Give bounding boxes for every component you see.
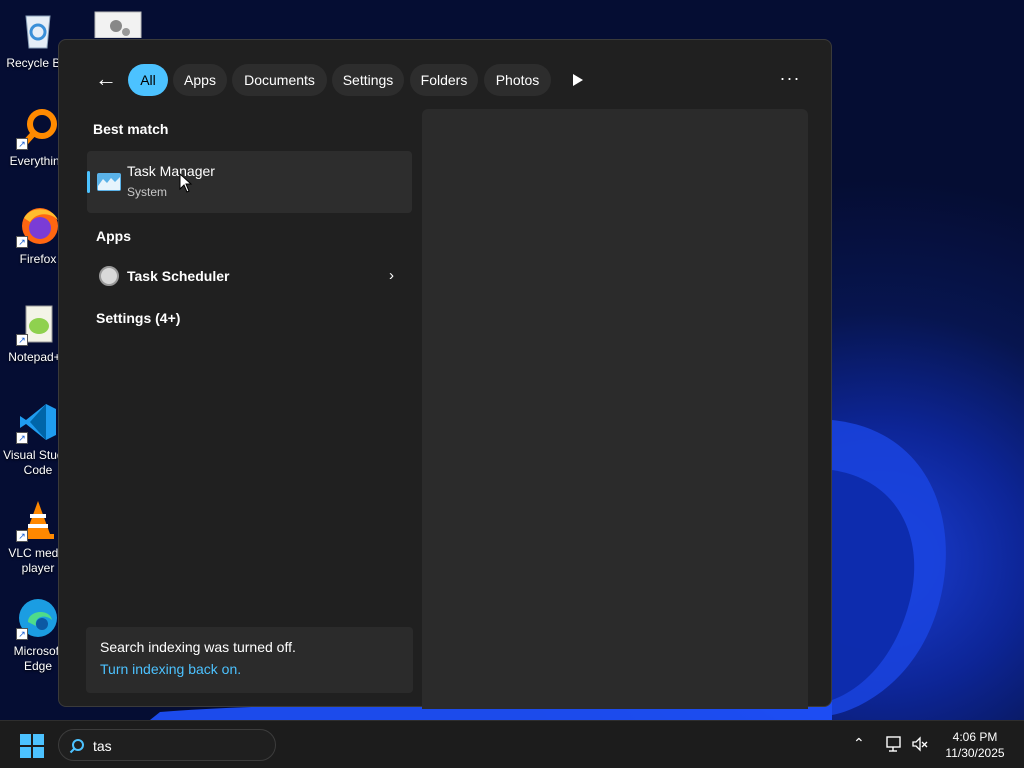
best-match-heading: Best match xyxy=(93,121,169,137)
shortcut-arrow-icon: ↗ xyxy=(16,236,28,248)
shortcut-arrow-icon: ↗ xyxy=(16,628,28,640)
back-arrow-icon[interactable]: ← xyxy=(93,67,119,93)
shortcut-arrow-icon: ↗ xyxy=(16,334,28,346)
taskbar: ⌃ 4:06 PM 11/30/2025 xyxy=(0,720,1024,768)
everything-search-icon: ↗ xyxy=(16,106,60,150)
network-icon[interactable] xyxy=(885,735,903,753)
settings-heading[interactable]: Settings (4+) xyxy=(96,310,180,326)
selection-accent xyxy=(87,171,90,193)
app-result-title: Task Scheduler xyxy=(127,268,230,284)
shortcut-arrow-icon: ↗ xyxy=(16,432,28,444)
show-hidden-icons-chevron-icon[interactable]: ⌃ xyxy=(853,735,865,752)
filter-settings[interactable]: Settings xyxy=(332,64,404,96)
vscode-icon: ↗ xyxy=(16,400,60,444)
filter-apps[interactable]: Apps xyxy=(173,64,227,96)
search-icon xyxy=(69,739,84,754)
best-match-subtitle: System xyxy=(127,185,168,199)
search-filter-bar: ← All Apps Documents Settings Folders Ph… xyxy=(59,64,831,96)
clock-time: 4:06 PM xyxy=(952,730,998,744)
preview-pane xyxy=(422,109,808,709)
more-filters-play-icon[interactable] xyxy=(567,70,587,90)
best-match-title: Task Manager xyxy=(127,163,215,179)
shortcut-arrow-icon: ↗ xyxy=(16,138,28,150)
search-panel: ← All Apps Documents Settings Folders Ph… xyxy=(58,39,832,709)
task-manager-icon xyxy=(97,173,121,191)
best-match-task-manager[interactable]: Task Manager System xyxy=(87,151,412,213)
shortcut-arrow-icon: ↗ xyxy=(16,530,28,542)
indexing-notice-message: Search indexing was turned off. xyxy=(100,639,296,655)
app-result-task-scheduler[interactable]: Task Scheduler › xyxy=(87,259,412,295)
taskbar-search-box[interactable] xyxy=(58,729,276,761)
search-input[interactable] xyxy=(93,735,263,757)
vlc-icon: ↗ xyxy=(16,498,60,542)
indexing-notice: Search indexing was turned off. Turn ind… xyxy=(86,627,413,693)
volume-muted-icon[interactable] xyxy=(911,735,929,753)
filter-photos[interactable]: Photos xyxy=(484,64,551,96)
firefox-icon: ↗ xyxy=(16,204,60,248)
mouse-cursor-icon xyxy=(179,173,193,193)
clock-date: 11/30/2025 xyxy=(945,746,1005,760)
filter-all[interactable]: All xyxy=(128,64,168,96)
apps-heading: Apps xyxy=(96,228,131,244)
task-scheduler-icon xyxy=(99,266,119,286)
chevron-right-icon[interactable]: › xyxy=(389,267,394,284)
notepad-plus-plus-icon: ↗ xyxy=(16,302,60,346)
turn-indexing-on-link[interactable]: Turn indexing back on. xyxy=(100,661,241,677)
windows-start-icon[interactable] xyxy=(20,734,44,758)
more-options-icon[interactable]: ··· xyxy=(777,68,803,92)
filter-folders[interactable]: Folders xyxy=(410,64,478,96)
filter-documents[interactable]: Documents xyxy=(232,64,327,96)
recycle-bin-icon xyxy=(16,8,60,52)
edge-icon: ↗ xyxy=(16,596,60,640)
system-clock[interactable]: 4:06 PM 11/30/2025 xyxy=(936,729,1014,761)
